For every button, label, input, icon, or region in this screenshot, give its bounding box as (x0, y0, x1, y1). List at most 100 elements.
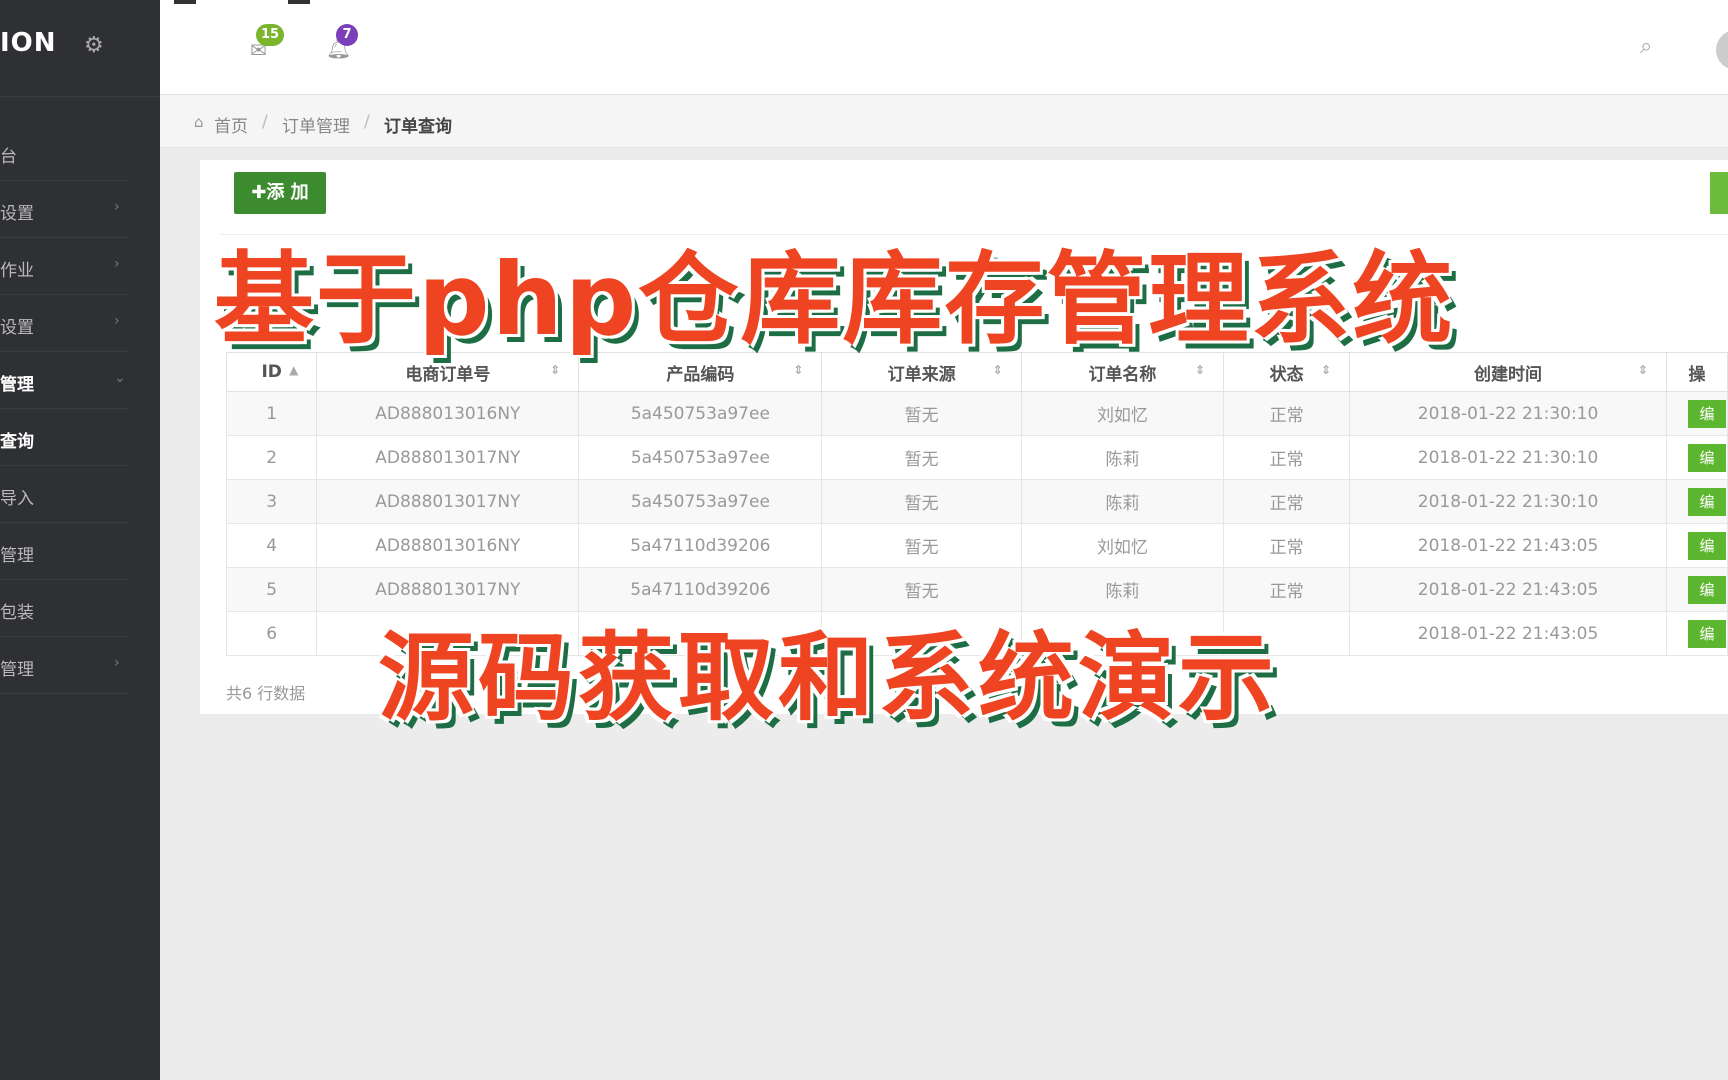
sidebar-item-dashboard[interactable]: 台 (0, 124, 128, 181)
edit-button[interactable]: 编 (1687, 443, 1726, 472)
cell-order-no: AD888013017NY (316, 479, 580, 524)
cell-created: 2018-01-22 21:30:10 (1349, 479, 1667, 524)
sidebar-item-label: 包装 (0, 603, 34, 623)
sidebar-item-settings[interactable]: 设置 › (0, 181, 128, 238)
sidebar-divider (0, 96, 160, 97)
sort-icon[interactable]: ⇕ (1321, 363, 1331, 377)
table-row: 1 AD888013016NY 5a450753a97ee 暂无 刘如忆 正常 … (225, 391, 1728, 436)
cell-actions: 编 (1665, 523, 1728, 568)
breadcrumb-order-management[interactable]: 订单管理 (282, 112, 350, 137)
sidebar-item-management[interactable]: 管理 (0, 523, 128, 580)
cell-order-no: AD888013016NY (316, 523, 580, 568)
home-icon[interactable]: ⌂ (194, 113, 204, 131)
chevron-right-icon: › (114, 655, 120, 671)
cell-created: 2018-01-22 21:43:05 (1349, 567, 1667, 612)
edit-button[interactable]: 编 (1687, 575, 1726, 604)
cell-actions: 编 (1665, 391, 1728, 436)
cell-id: 1 (225, 391, 318, 436)
cell-status: 正常 (1223, 435, 1351, 480)
sidebar-item-label: 管理 (0, 660, 34, 680)
chevron-right-icon: › (114, 313, 120, 329)
sidebar: ION ⚙ 台 设置 › 作业 › 设置 › 管理 ⌄ 查询 导入 管理 包装 … (0, 0, 160, 1080)
breadcrumb: ⌂ 首页 / 订单管理 / 订单查询 (160, 95, 1728, 148)
cell-name: 陈莉 (1020, 479, 1225, 524)
breadcrumb-home[interactable]: 首页 (214, 112, 248, 137)
cell-product-code: 5a47110d39206 (578, 523, 823, 568)
cell-created: 2018-01-22 21:43:05 (1349, 611, 1667, 656)
notification-badge[interactable]: 7 (336, 24, 358, 46)
cell-status: 正常 (1223, 391, 1351, 436)
sort-icon[interactable]: ⇕ (550, 363, 560, 377)
cell-order-no: AD888013016NY (316, 391, 580, 436)
sidebar-item-label: 导入 (0, 489, 34, 509)
cell-created: 2018-01-22 21:30:10 (1349, 435, 1667, 480)
breadcrumb-current: 订单查询 (384, 117, 452, 137)
cell-created: 2018-01-22 21:43:05 (1349, 523, 1667, 568)
sidebar-item-label: 设置 (0, 318, 34, 338)
app-logo: ION (0, 28, 57, 58)
sort-icon[interactable]: ⇕ (1638, 363, 1648, 377)
column-header-actions: 操 (1665, 352, 1728, 392)
sort-asc-icon[interactable]: ▲ (289, 363, 298, 377)
edit-button[interactable]: 编 (1687, 399, 1726, 428)
edit-button[interactable]: 编 (1687, 531, 1726, 560)
sidebar-item-order-management[interactable]: 管理 ⌄ (0, 352, 128, 409)
cell-product-code: 5a450753a97ee (578, 391, 823, 436)
sidebar-item-operations[interactable]: 作业 › (0, 238, 128, 295)
sidebar-item-label: 作业 (0, 261, 34, 281)
sidebar-item-settings-2[interactable]: 设置 › (0, 295, 128, 352)
sidebar-item-order-query[interactable]: 查询 (0, 409, 128, 466)
cell-name: 刘如忆 (1020, 391, 1225, 436)
breadcrumb-separator: / (364, 112, 370, 132)
edit-button[interactable]: 编 (1687, 619, 1726, 648)
cell-order-no: AD888013017NY (316, 435, 580, 480)
breadcrumb-separator: / (262, 112, 268, 132)
chevron-down-icon: ⌄ (114, 370, 126, 386)
sidebar-item-label: 管理 (0, 375, 34, 395)
sort-icon[interactable]: ⇕ (1195, 363, 1205, 377)
sidebar-item-packaging[interactable]: 包装 (0, 580, 128, 637)
mail-badge[interactable]: 15 (256, 24, 284, 46)
table-row-count: 共6 行数据 (226, 684, 306, 703)
edit-button[interactable]: 编 (1687, 487, 1726, 516)
chevron-right-icon: › (114, 256, 120, 272)
sort-icon[interactable]: ⇕ (993, 363, 1003, 377)
top-indicator (288, 0, 310, 4)
gear-icon[interactable]: ⚙ (84, 34, 108, 58)
cell-status: 正常 (1223, 479, 1351, 524)
top-indicator (174, 0, 196, 4)
chevron-right-icon: › (114, 199, 120, 215)
cell-source: 暂无 (821, 523, 1022, 568)
cell-actions: 编 (1665, 567, 1728, 612)
add-button[interactable]: ✚添 加 (234, 172, 326, 214)
cell-id: 5 (225, 567, 318, 612)
cell-created: 2018-01-22 21:30:10 (1349, 391, 1667, 436)
cell-actions: 编 (1665, 435, 1728, 480)
cell-actions: 编 (1665, 611, 1728, 656)
sidebar-item-management-2[interactable]: 管理 › (0, 637, 128, 694)
cell-status: 正常 (1223, 523, 1351, 568)
overlay-subtitle: 源码获取和系统演示 (378, 622, 1278, 734)
cell-name: 刘如忆 (1020, 523, 1225, 568)
table-row: 3 AD888013017NY 5a450753a97ee 暂无 陈莉 正常 2… (225, 479, 1728, 524)
cell-id: 4 (225, 523, 318, 568)
sidebar-item-label: 查询 (0, 432, 34, 452)
cell-source: 暂无 (821, 435, 1022, 480)
cell-id: 6 (225, 611, 318, 656)
sidebar-item-label: 设置 (0, 204, 34, 224)
sidebar-item-import[interactable]: 导入 (0, 466, 128, 523)
sidebar-item-label: 管理 (0, 546, 34, 566)
avatar[interactable] (1716, 30, 1728, 70)
search-icon[interactable]: ⌕ (1640, 34, 1652, 59)
cell-product-code: 5a450753a97ee (578, 479, 823, 524)
cell-id: 3 (225, 479, 318, 524)
top-bar: ✉ 15 🔔︎ 7 ⌕ (160, 0, 1728, 95)
sort-icon[interactable]: ⇕ (793, 363, 803, 377)
cell-product-code: 5a450753a97ee (578, 435, 823, 480)
table-row: 2 AD888013017NY 5a450753a97ee 暂无 陈莉 正常 2… (225, 435, 1728, 480)
sidebar-item-label: 台 (0, 147, 17, 167)
overlay-title: 基于php仓库库存管理系统 (214, 241, 1455, 358)
toolbar-right-button[interactable] (1710, 172, 1728, 214)
cell-source: 暂无 (821, 391, 1022, 436)
table-row: 4 AD888013016NY 5a47110d39206 暂无 刘如忆 正常 … (225, 523, 1728, 568)
